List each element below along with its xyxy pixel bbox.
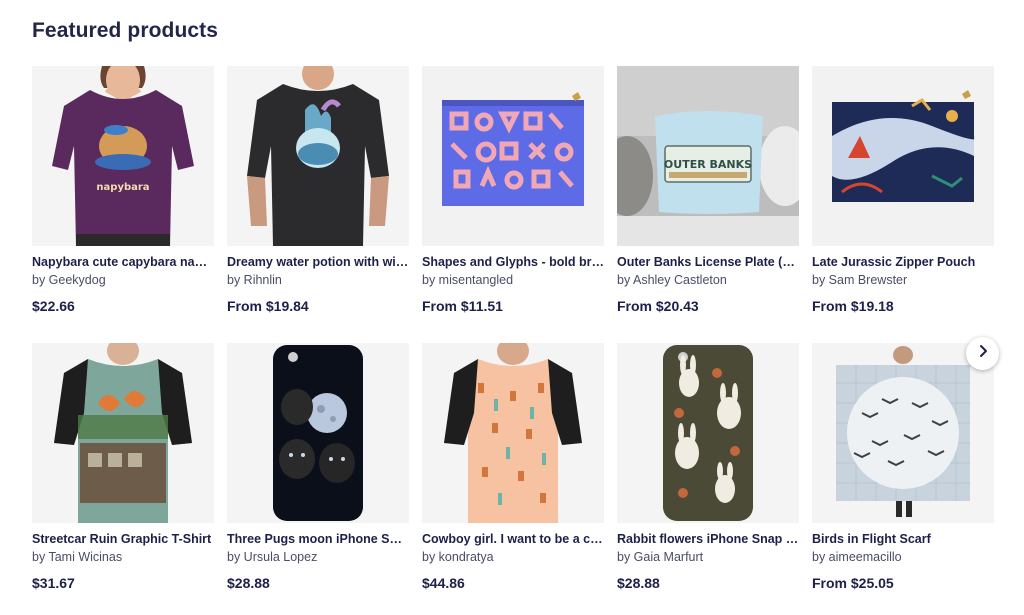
product-price: $28.88 xyxy=(227,575,270,591)
product-title[interactable]: Rabbit flowers iPhone Snap C... xyxy=(617,532,799,546)
product-card[interactable]: Late Jurassic Zipper Pouch by Sam Brewst… xyxy=(812,66,994,314)
product-image-pugs-phone-case[interactable] xyxy=(227,343,409,523)
product-artist[interactable]: by Tami Wicinas xyxy=(32,550,214,564)
product-title[interactable]: Birds in Flight Scarf xyxy=(812,532,994,546)
product-card[interactable]: napybara Napybara cute capybara nap ... … xyxy=(32,66,214,314)
product-price: From $20.43 xyxy=(617,298,699,314)
carousel-next-button[interactable] xyxy=(966,337,999,370)
product-artist[interactable]: by Ashley Castleton xyxy=(617,273,799,287)
product-artist[interactable]: by misentangled xyxy=(422,273,604,287)
product-price: From $25.05 xyxy=(812,575,894,591)
section-title: Featured products xyxy=(32,19,219,42)
product-artist[interactable]: by kondratya xyxy=(422,550,604,564)
product-card[interactable]: OUTER BANKS Outer Banks License Plate (O… xyxy=(617,66,799,314)
product-price: $31.67 xyxy=(32,575,75,591)
product-card[interactable]: Dreamy water potion with wiz... by Rihnl… xyxy=(227,66,409,314)
product-card[interactable]: Rabbit flowers iPhone Snap C... by Gaia … xyxy=(617,343,799,591)
product-title[interactable]: Napybara cute capybara nap ... xyxy=(32,255,214,269)
napybara-print-text: napybara xyxy=(96,182,149,193)
product-image-rabbit-phone-case[interactable] xyxy=(617,343,799,523)
product-price: $44.86 xyxy=(422,575,465,591)
product-image-streetcar-tee[interactable] xyxy=(32,343,214,523)
product-artist[interactable]: by Sam Brewster xyxy=(812,273,994,287)
product-card[interactable]: Shapes and Glyphs - bold bru... by misen… xyxy=(422,66,604,314)
product-title[interactable]: Shapes and Glyphs - bold bru... xyxy=(422,255,604,269)
product-title[interactable]: Three Pugs moon iPhone Sna... xyxy=(227,532,409,546)
product-card[interactable]: Birds in Flight Scarf by aimeemacillo Fr… xyxy=(812,343,994,591)
product-card[interactable]: Streetcar Ruin Graphic T-Shirt by Tami W… xyxy=(32,343,214,591)
product-card[interactable]: Cowboy girl. I want to be a co... by kon… xyxy=(422,343,604,591)
product-image-capybara-tee[interactable]: napybara xyxy=(32,66,214,246)
product-image-cowboy-tee[interactable] xyxy=(422,343,604,523)
product-artist[interactable]: by Rihnlin xyxy=(227,273,409,287)
product-image-birds-scarf[interactable] xyxy=(812,343,994,523)
product-price: $22.66 xyxy=(32,298,75,314)
product-title[interactable]: Streetcar Ruin Graphic T-Shirt xyxy=(32,532,214,546)
license-plate-text: OUTER BANKS xyxy=(664,158,752,171)
product-image-shapes-pouch[interactable] xyxy=(422,66,604,246)
product-price: From $19.84 xyxy=(227,298,309,314)
product-price: From $19.18 xyxy=(812,298,894,314)
product-title[interactable]: Cowboy girl. I want to be a co... xyxy=(422,532,604,546)
product-image-outer-banks-pillow[interactable]: OUTER BANKS xyxy=(617,66,799,246)
product-image-potion-tee[interactable] xyxy=(227,66,409,246)
product-artist[interactable]: by Gaia Marfurt xyxy=(617,550,799,564)
product-artist[interactable]: by aimeemacillo xyxy=(812,550,994,564)
chevron-right-icon xyxy=(976,344,990,363)
product-title[interactable]: Dreamy water potion with wiz... xyxy=(227,255,409,269)
product-artist[interactable]: by Ursula Lopez xyxy=(227,550,409,564)
product-artist[interactable]: by Geekydog xyxy=(32,273,214,287)
product-price: $28.88 xyxy=(617,575,660,591)
product-title[interactable]: Outer Banks License Plate (Ou... xyxy=(617,255,799,269)
product-price: From $11.51 xyxy=(422,298,503,314)
product-image-jurassic-pouch[interactable] xyxy=(812,66,994,246)
product-title[interactable]: Late Jurassic Zipper Pouch xyxy=(812,255,994,269)
product-card[interactable]: Three Pugs moon iPhone Sna... by Ursula … xyxy=(227,343,409,591)
